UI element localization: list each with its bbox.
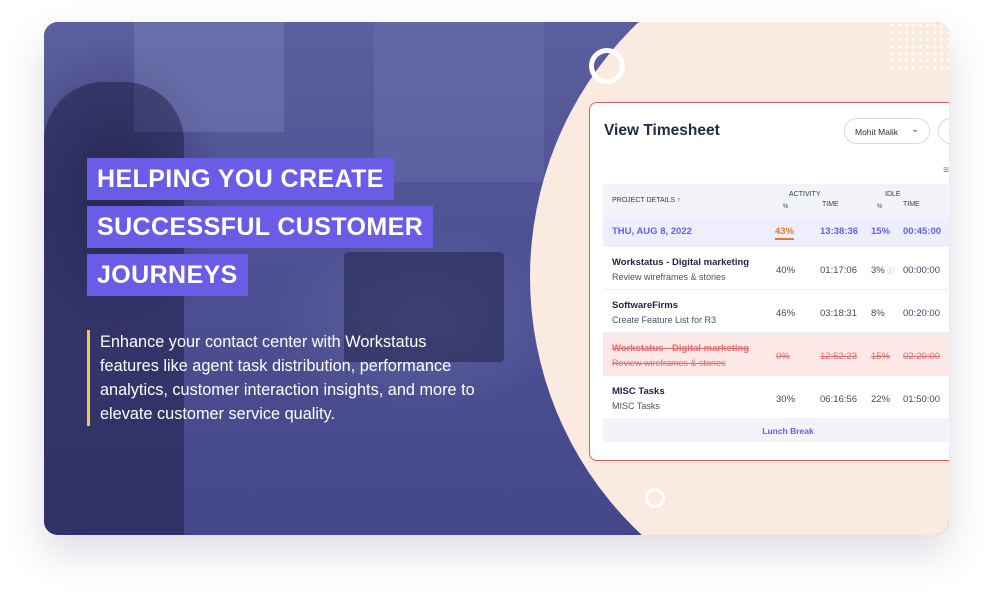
activity-pct: 30% xyxy=(776,394,796,405)
col-activity-pct: % xyxy=(783,204,789,210)
activity-pct: 46% xyxy=(776,308,796,319)
date-idle-time: 00:45:00 xyxy=(903,226,942,237)
idle-pct: 22% xyxy=(871,394,891,405)
col-idle: IDLE xyxy=(885,191,901,198)
idle-time: 02:20:00 xyxy=(903,351,940,362)
activity-pct: 0% xyxy=(776,351,790,362)
task-name: Review wireframes & stories xyxy=(612,272,726,282)
heading-line-2: SUCCESSFUL CUSTOMER xyxy=(87,206,434,248)
timesheet-table: ≡ PROJECT DETAILS ↑ ACTIVITY % TIME IDLE… xyxy=(603,158,949,442)
chevron-down-icon: ⌄ xyxy=(911,124,920,135)
col-activity-time: TIME xyxy=(822,201,839,208)
table-row[interactable]: Workstatus - Digital marketing Review wi… xyxy=(603,246,949,289)
date-row: THU, AUG 8, 2022 43% 13:38:36 15% 00:45:… xyxy=(603,218,949,246)
table-row-deleted[interactable]: Workstatus - Digital marketing Review wi… xyxy=(603,332,949,375)
decorative-ring-small xyxy=(645,488,665,508)
filter-bar: ≡ xyxy=(603,158,949,184)
hero-heading: HELPING YOU CREATE SUCCESSFUL CUSTOMER J… xyxy=(87,158,434,302)
col-activity: ACTIVITY xyxy=(789,191,821,198)
task-name: Review wireframes & stories xyxy=(612,358,726,368)
lunch-break-row[interactable]: Lunch Break xyxy=(603,418,949,442)
activity-time: 12:52:23 xyxy=(820,351,857,362)
filter-icon[interactable]: ≡ xyxy=(943,165,949,176)
decorative-dots xyxy=(889,22,949,70)
idle-time: 00:00:00 xyxy=(903,265,940,276)
user-select-label: Mohit Malik xyxy=(855,127,898,137)
idle-pct-value: 3% xyxy=(871,265,885,276)
info-icon[interactable]: ⓘ xyxy=(887,268,894,275)
timesheet-title: View Timesheet xyxy=(604,122,720,139)
col-project[interactable]: PROJECT DETAILS ↑ xyxy=(612,197,681,204)
idle-pct: 8% xyxy=(871,308,885,319)
table-header: PROJECT DETAILS ↑ ACTIVITY % TIME IDLE %… xyxy=(603,184,949,218)
project-name: Workstatus - Digital marketing xyxy=(612,343,750,354)
idle-time: 00:20:00 xyxy=(903,308,940,319)
hero-card: HELPING YOU CREATE SUCCESSFUL CUSTOMER J… xyxy=(44,22,949,535)
task-name: Create Feature List for R3 xyxy=(612,315,717,325)
project-name: SoftwareFirms xyxy=(612,300,678,311)
user-select[interactable]: Mohit Malik ⌄ xyxy=(844,118,930,144)
project-name: MISC Tasks xyxy=(612,386,665,397)
project-name: Workstatus - Digital marketing xyxy=(612,257,750,268)
activity-time: 01:17:06 xyxy=(820,265,857,276)
date-label: THU, AUG 8, 2022 xyxy=(612,226,692,237)
idle-time: 01:50:00 xyxy=(903,394,940,405)
table-row[interactable]: MISC Tasks MISC Tasks 30% 06:16:56 22% 0… xyxy=(603,375,949,418)
hero-description: Enhance your contact center with Worksta… xyxy=(87,330,487,426)
col-idle-pct: % xyxy=(877,204,883,210)
table-row[interactable]: SoftwareFirms Create Feature List for R3… xyxy=(603,289,949,332)
date-activity-pct: 43% xyxy=(775,226,795,240)
decorative-ring xyxy=(589,48,625,84)
idle-pct: 3% ⓘ xyxy=(871,265,894,276)
heading-line-3: JOURNEYS xyxy=(87,254,248,296)
activity-pct: 40% xyxy=(776,265,796,276)
activity-time: 03:18:31 xyxy=(820,308,857,319)
idle-pct: 15% xyxy=(871,351,891,362)
secondary-button[interactable] xyxy=(938,118,949,144)
task-name: MISC Tasks xyxy=(612,401,660,411)
heading-line-1: HELPING YOU CREATE xyxy=(87,158,394,200)
col-idle-time: TIME xyxy=(903,201,920,208)
timesheet-panel: View Timesheet Mohit Malik ⌄ ≡ PROJECT D… xyxy=(589,102,949,461)
activity-time: 06:16:56 xyxy=(820,394,857,405)
date-activity-time: 13:38:36 xyxy=(820,226,859,237)
date-idle-pct: 15% xyxy=(871,226,891,237)
